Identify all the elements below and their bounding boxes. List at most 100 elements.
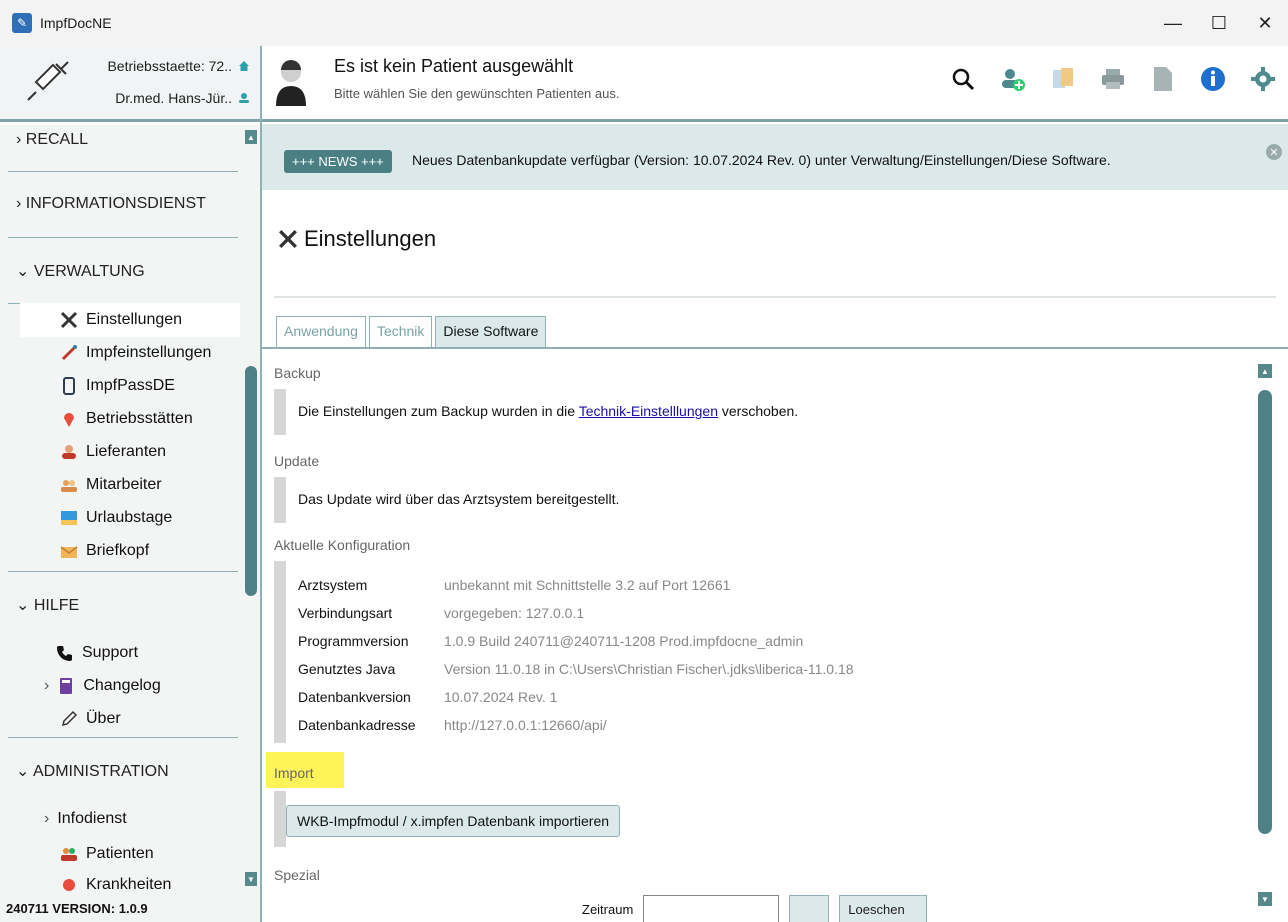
user-selector[interactable]: Dr.med. Hans-Jür.. [115, 90, 250, 106]
app-icon: ✎ [12, 13, 32, 33]
spezial-controls: Zeitraum Loeschen [582, 895, 928, 922]
sidebar-item-mitarbeiter[interactable]: Mitarbeiter [60, 470, 162, 500]
scroll-down-icon[interactable]: ▼ [1258, 892, 1272, 906]
section-hilfe[interactable]: ⌄ HILFE [16, 595, 79, 615]
book-icon [60, 678, 73, 694]
settings-tabs: Anwendung Technik Diese Software [276, 316, 547, 348]
printer-icon [1102, 69, 1124, 89]
tab-technik[interactable]: Technik [368, 316, 433, 347]
disease-icon [63, 879, 75, 891]
patient-avatar-icon [276, 60, 306, 106]
sidebar-item-infodienst[interactable]: › Infodienst [44, 804, 127, 834]
spezial-field-label: Zeitraum [582, 901, 634, 917]
patients-icon [61, 848, 77, 861]
supplier-icon [62, 445, 76, 459]
section-divider [8, 571, 238, 572]
phone-handset-icon [57, 646, 72, 661]
scroll-up-icon[interactable]: ▲ [1258, 364, 1272, 378]
info-icon [1201, 67, 1225, 91]
scrollbar-thumb[interactable] [1258, 390, 1272, 834]
close-button[interactable]: ✕ [1242, 0, 1288, 46]
group-import-label: Import [274, 765, 314, 781]
gear-icon [1251, 67, 1275, 91]
technik-settings-link[interactable]: Technik-Einstelllungen [579, 403, 718, 419]
add-patient-button[interactable] [1000, 66, 1026, 92]
search-button[interactable] [950, 66, 976, 92]
phone-icon [63, 377, 75, 395]
group-config-label: Aktuelle Konfiguration [274, 537, 411, 553]
content-scrollbar[interactable]: ▲ ▼ [1258, 364, 1272, 916]
sidebar-item-betriebsstaetten[interactable]: Betriebsstätten [60, 404, 193, 434]
page-title: Einstellungen [278, 226, 436, 252]
staff-icon [61, 480, 77, 492]
sidebar-item-support[interactable]: Support [56, 638, 138, 668]
vacation-icon [61, 511, 77, 525]
sidebar-item-impfeinstellungen[interactable]: Impfeinstellungen [60, 338, 211, 368]
calendar-icon[interactable] [789, 895, 830, 922]
update-box: Das Update wird über das Arztsystem bere… [274, 477, 1244, 523]
file-icon [1154, 67, 1172, 91]
section-recall[interactable]: › RECALL [16, 131, 88, 149]
backup-box: Die Einstellungen zum Backup wurden in d… [274, 389, 1244, 435]
title-bar: ✎ ImpfDocNE — ☐ ✕ [0, 0, 1288, 46]
patient-subtitle: Bitte wählen Sie den gewünschten Patient… [334, 86, 620, 101]
scrollbar-thumb[interactable] [245, 366, 257, 596]
maximize-button[interactable]: ☐ [1196, 0, 1242, 46]
documents-icon [1053, 68, 1073, 88]
window-title: ImpfDocNE [40, 15, 112, 31]
syringe-icon [61, 345, 77, 361]
sidebar-item-patienten[interactable]: Patienten [60, 839, 154, 869]
tab-anwendung[interactable]: Anwendung [276, 316, 366, 347]
config-row: Programmversion 1.0.9 Build 240711@240711… [298, 633, 804, 649]
add-patient-icon [1002, 69, 1025, 91]
tools-icon [279, 230, 297, 248]
sidebar-item-lieferanten[interactable]: Lieferanten [60, 437, 166, 467]
tab-diese-software[interactable]: Diese Software [435, 316, 547, 348]
section-informationsdienst[interactable]: › INFORMATIONSDIENST [16, 195, 206, 213]
syringe-icon [27, 61, 69, 101]
export-button[interactable] [1150, 66, 1176, 92]
import-database-button[interactable]: WKB-Impfmodul / x.impfen Datenbank impor… [286, 805, 621, 837]
section-divider [8, 737, 238, 738]
section-administration[interactable]: ⌄ ADMINISTRATION [16, 761, 169, 781]
location-pin-icon [64, 413, 74, 427]
news-text: Neues Datenbankupdate verfügbar (Version… [412, 152, 1111, 168]
sidebar-item-impfpassde[interactable]: ImpfPassDE [60, 371, 175, 401]
version-label: 240711 VERSION: 1.0.9 [0, 895, 260, 922]
sidebar-scrollbar[interactable]: ▲ ▼ [245, 126, 257, 891]
section-verwaltung[interactable]: ⌄ VERWALTUNG [16, 261, 145, 281]
config-row: Datenbankversion 10.07.2024 Rev. 1 [298, 689, 558, 705]
sidebar-item-krankheiten[interactable]: Krankheiten [60, 870, 171, 895]
search-icon [952, 68, 975, 91]
sidebar-item-einstellungen[interactable]: Einstellungen [60, 305, 182, 335]
config-row: Datenbankadresse http://127.0.0.1:12660/a… [298, 717, 607, 733]
scroll-down-icon[interactable]: ▼ [245, 872, 257, 886]
date-input[interactable] [643, 895, 780, 922]
site-header: Betriebsstaette: 72.. Dr.med. Hans-Jür.. [0, 46, 260, 122]
letter-icon [60, 546, 78, 558]
group-spezial-label: Spezial [274, 867, 320, 883]
minimize-button[interactable]: — [1150, 0, 1196, 46]
news-close-icon[interactable]: ✕ [1266, 144, 1282, 160]
config-row: Arztsystem unbekannt mit Schnittstelle 3.… [298, 577, 731, 593]
user-label: Dr.med. Hans-Jür.. [115, 90, 232, 106]
config-box: Arztsystem unbekannt mit Schnittstelle 3.… [274, 561, 1244, 743]
group-update-label: Update [274, 453, 320, 469]
delete-button[interactable]: Loeschen [839, 895, 928, 922]
news-banner: +++ NEWS +++ Neues Datenbankupdate verfü… [262, 124, 1288, 190]
sidebar-item-briefkopf[interactable]: Briefkopf [60, 536, 149, 566]
sidebar-item-changelog[interactable]: › Changelog [44, 671, 161, 701]
sidebar-item-ueber[interactable]: Über [60, 704, 121, 734]
print-button[interactable] [1100, 66, 1126, 92]
home-icon [239, 61, 249, 71]
info-button[interactable] [1200, 66, 1226, 92]
config-row: Genutztes Java Version 11.0.18 in C:\User… [298, 661, 854, 677]
copy-button[interactable] [1050, 66, 1076, 92]
section-divider [8, 171, 238, 172]
site-selector[interactable]: Betriebsstaette: 72.. [107, 58, 250, 74]
title-divider [274, 296, 1276, 298]
settings-button[interactable] [1250, 66, 1276, 92]
sidebar-item-urlaubstage[interactable]: Urlaubstage [60, 503, 172, 533]
scroll-up-icon[interactable]: ▲ [245, 130, 257, 144]
settings-content: Backup Die Einstellungen zum Backup wurd… [262, 349, 1288, 922]
